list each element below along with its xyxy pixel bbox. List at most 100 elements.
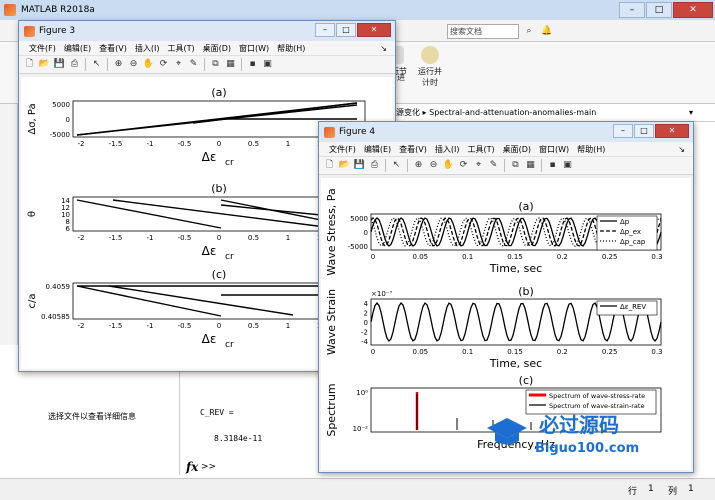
maximize-button[interactable]: □ [336, 23, 356, 37]
menu-view[interactable]: 查看(V) [95, 41, 131, 55]
menu-window[interactable]: 窗口(W) [535, 142, 573, 156]
pan-icon[interactable]: ✋ [142, 58, 155, 71]
run-and-time-button[interactable]: 运行并计时 [415, 44, 445, 88]
dock-icon[interactable]: ↘ [674, 142, 689, 157]
pointer-icon[interactable]: ↖ [90, 58, 103, 71]
maximize-button[interactable]: □ [634, 124, 654, 138]
figure-4-title: Figure 4 [339, 127, 376, 137]
figure-3-title: Figure 3 [39, 26, 76, 36]
menu-window[interactable]: 窗口(W) [235, 41, 273, 55]
menu-insert[interactable]: 插入(I) [131, 41, 164, 55]
cmd-prompt[interactable]: >> [201, 462, 216, 472]
y-tick-label: 0 [364, 229, 368, 237]
print-icon[interactable]: ⎙ [68, 58, 81, 71]
brush-icon[interactable]: ✎ [487, 159, 500, 172]
menu-desktop[interactable]: 桌面(D) [199, 41, 235, 55]
x-axis-label: Δε [202, 244, 217, 258]
x-tick-label: 0.5 [248, 234, 259, 242]
close-button[interactable]: ✕ [655, 124, 689, 138]
menu-tools[interactable]: 工具(T) [463, 142, 498, 156]
pointer-icon[interactable]: ↖ [390, 159, 403, 172]
menu-edit[interactable]: 编辑(E) [60, 41, 95, 55]
x-tick-label: -0.5 [178, 140, 192, 148]
status-row-value: 1 [648, 484, 654, 494]
x-tick-label: 1 [286, 140, 290, 148]
figure-4-controls: – □ ✕ [613, 124, 689, 138]
x-tick-label: -1.5 [109, 140, 123, 148]
x-axis-subscript: cr [225, 158, 234, 168]
new-figure-icon[interactable]: 🗋 [323, 159, 336, 172]
figure-3-controls: – □ ✕ [315, 23, 391, 37]
maximize-button[interactable]: □ [646, 2, 672, 18]
x-tick-label: -2 [78, 322, 85, 330]
menu-view[interactable]: 查看(V) [395, 142, 431, 156]
search-icon[interactable]: ⌕ [521, 23, 537, 39]
new-figure-icon[interactable]: 🗋 [23, 58, 36, 71]
x-tick-label: 0.05 [413, 253, 429, 261]
x-axis-label: Δε [202, 150, 217, 164]
figure-4-toolbar: 🗋 📂 💾 ⎙ ↖ ⊕ ⊖ ✋ ⟳ ⌖ ✎ ⧉ ▦ ▪ ▣ [319, 157, 693, 175]
minimize-button[interactable]: – [619, 2, 645, 18]
zoom-out-icon[interactable]: ⊖ [427, 159, 440, 172]
menu-desktop[interactable]: 桌面(D) [499, 142, 535, 156]
y-tick-label: 5000 [350, 215, 368, 223]
y-axis-label: Δσ, Pa [27, 103, 38, 134]
menu-insert[interactable]: 插入(I) [431, 142, 464, 156]
menu-edit[interactable]: 编辑(E) [360, 142, 395, 156]
brush-icon[interactable]: ✎ [187, 58, 200, 71]
open-icon[interactable]: 📂 [38, 58, 51, 71]
data-cursor-icon[interactable]: ⌖ [172, 58, 185, 71]
menu-file[interactable]: 文件(F) [325, 142, 360, 156]
hide-tools-icon[interactable]: ▪ [246, 58, 259, 71]
colorbar-icon[interactable]: ▦ [224, 58, 237, 71]
colorbar-icon[interactable]: ▦ [524, 159, 537, 172]
command-window[interactable]: C_REV = 8.3184e-11 fx >> [182, 372, 320, 476]
x-tick-label: 0.25 [602, 348, 618, 356]
link-icon[interactable]: ⧉ [209, 58, 222, 71]
close-button[interactable]: ✕ [357, 23, 391, 37]
menu-tools[interactable]: 工具(T) [163, 41, 198, 55]
open-icon[interactable]: 📂 [338, 159, 351, 172]
notification-icon[interactable]: 🔔 [539, 23, 555, 39]
data-cursor-icon[interactable]: ⌖ [472, 159, 485, 172]
rotate-icon[interactable]: ⟳ [457, 159, 470, 172]
menu-file[interactable]: 文件(F) [25, 41, 60, 55]
x-tick-label: 0 [371, 253, 375, 261]
y-tick-label: 4 [364, 300, 369, 308]
panel-letter: (a) [211, 86, 226, 99]
legend-label: Δp_cap [620, 238, 646, 246]
figure-icon [324, 126, 335, 138]
doc-search-input[interactable]: 搜索文档 [447, 23, 519, 39]
zoom-out-icon[interactable]: ⊖ [127, 58, 140, 71]
link-icon[interactable]: ⧉ [509, 159, 522, 172]
close-button[interactable]: ✕ [673, 2, 713, 18]
zoom-in-icon[interactable]: ⊕ [112, 58, 125, 71]
path-dropdown-icon[interactable]: ▾ [689, 104, 693, 122]
menu-help[interactable]: 帮助(H) [573, 142, 609, 156]
fx-icon[interactable]: fx [186, 460, 198, 474]
rotate-icon[interactable]: ⟳ [157, 58, 170, 71]
x-tick-label: 0 [217, 322, 221, 330]
stopwatch-icon [421, 46, 439, 64]
y-axis-label: Wave Strain [325, 289, 338, 355]
hide-tools-icon[interactable]: ▪ [546, 159, 559, 172]
menu-help[interactable]: 帮助(H) [273, 41, 309, 55]
minimize-button[interactable]: – [613, 124, 633, 138]
x-axis-subscript: cr [225, 340, 234, 350]
zoom-in-icon[interactable]: ⊕ [412, 159, 425, 172]
x-tick-label: 0.5 [248, 322, 259, 330]
save-icon[interactable]: 💾 [353, 159, 366, 172]
print-icon[interactable]: ⎙ [368, 159, 381, 172]
x-tick-label: 1 [286, 234, 290, 242]
figure-icon [24, 25, 35, 37]
save-icon[interactable]: 💾 [53, 58, 66, 71]
show-tools-icon[interactable]: ▣ [261, 58, 274, 71]
pan-icon[interactable]: ✋ [442, 159, 455, 172]
x-tick-label: -1.5 [109, 322, 123, 330]
x-tick-label: -1 [147, 234, 154, 242]
minimize-button[interactable]: – [315, 23, 335, 37]
current-folder-path[interactable]: 源变化 ▸ Spectral-and-attenuation-anomalies… [390, 104, 715, 122]
y-tick-label: -5000 [50, 131, 70, 139]
show-tools-icon[interactable]: ▣ [561, 159, 574, 172]
dock-icon[interactable]: ↘ [376, 41, 391, 56]
